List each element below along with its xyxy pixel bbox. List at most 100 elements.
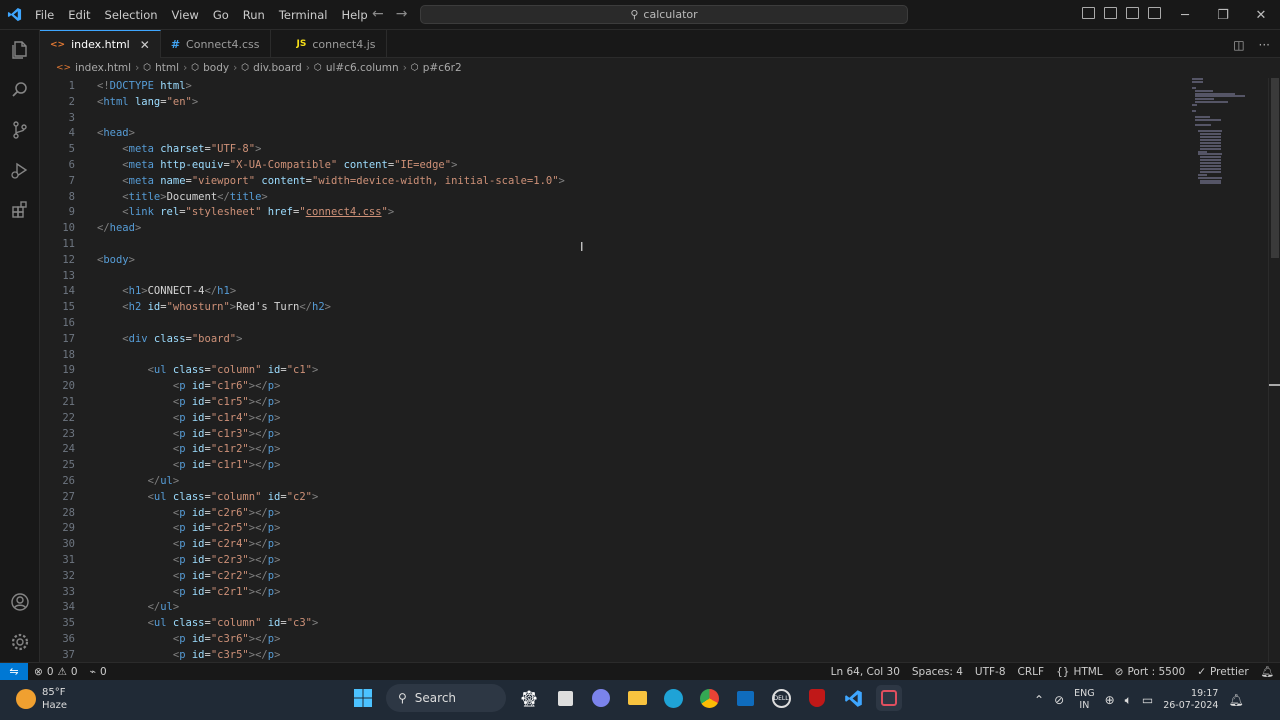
- forward-arrow-icon[interactable]: →: [396, 6, 408, 22]
- code-line[interactable]: 4 <head>: [40, 125, 1190, 141]
- split-editor-icon[interactable]: ◫: [1233, 38, 1244, 52]
- snipping-tool-icon[interactable]: [876, 685, 902, 711]
- scrollbar-thumb[interactable]: [1271, 78, 1279, 258]
- windows-start-icon[interactable]: [350, 685, 376, 711]
- code-line[interactable]: 12 <body>: [40, 252, 1190, 268]
- more-actions-icon[interactable]: ···: [1259, 38, 1270, 52]
- code-line[interactable]: 22 <p id="c1r4"></p>: [40, 410, 1190, 426]
- code-line[interactable]: 15 <h2 id="whosturn">Red's Turn</h2>: [40, 299, 1190, 315]
- customize-layout-icon[interactable]: [1148, 7, 1161, 19]
- code-line[interactable]: 14 <h1>CONNECT-4</h1>: [40, 283, 1190, 299]
- editor-scrollbar[interactable]: [1268, 78, 1280, 662]
- menu-selection[interactable]: Selection: [98, 8, 165, 22]
- extensions-icon[interactable]: [0, 190, 40, 230]
- volume-icon[interactable]: 🔈︎: [1125, 693, 1132, 708]
- code-line[interactable]: 31 <p id="c2r3"></p>: [40, 552, 1190, 568]
- code-line[interactable]: 7 <meta name="viewport" content="width=d…: [40, 173, 1190, 189]
- clock[interactable]: 19:17 26-07-2024: [1163, 688, 1218, 712]
- indentation[interactable]: Spaces: 4: [906, 666, 969, 678]
- menu-edit[interactable]: Edit: [61, 8, 97, 22]
- notifications-bell-icon[interactable]: 🔔︎: [1255, 665, 1280, 678]
- edge-browser-icon[interactable]: [660, 685, 686, 711]
- code-line[interactable]: 5 <meta charset="UTF-8">: [40, 141, 1190, 157]
- code-line[interactable]: 9 <link rel="stylesheet" href="connect4.…: [40, 204, 1190, 220]
- search-highlight-icon[interactable]: 🎡︎: [516, 685, 542, 711]
- code-line[interactable]: 21 <p id="c1r5"></p>: [40, 394, 1190, 410]
- remote-indicator-icon[interactable]: ⇋: [0, 662, 28, 681]
- weather-widget[interactable]: 85°F Haze: [16, 686, 67, 712]
- ports-indicator[interactable]: ⌁ 0: [84, 666, 113, 678]
- code-line[interactable]: 13: [40, 268, 1190, 284]
- minimize-icon[interactable]: ─: [1166, 0, 1204, 30]
- battery-icon[interactable]: ▭: [1142, 693, 1153, 707]
- tab-connect4-css[interactable]: # Connect4.css: [161, 30, 271, 58]
- code-line[interactable]: 1 <!DOCTYPE html>: [40, 78, 1190, 94]
- code-line[interactable]: 6 <meta http-equiv="X-UA-Compatible" con…: [40, 157, 1190, 173]
- code-editor[interactable]: 1 <!DOCTYPE html> 2 <html lang="en"> 3 4 <head…: [40, 78, 1280, 662]
- encoding[interactable]: UTF-8: [969, 666, 1012, 678]
- code-line[interactable]: 36 <p id="c3r6"></p>: [40, 631, 1190, 647]
- code-line[interactable]: 16: [40, 315, 1190, 331]
- minimap[interactable]: [1192, 78, 1252, 188]
- command-center-search[interactable]: ⚲ calculator: [420, 5, 908, 24]
- line-ending[interactable]: CRLF: [1012, 666, 1051, 678]
- code-line[interactable]: 30 <p id="c2r4"></p>: [40, 536, 1190, 552]
- source-control-icon[interactable]: [0, 110, 40, 150]
- chevron-up-icon[interactable]: ⌃: [1034, 693, 1044, 707]
- network-status-icon[interactable]: ⊘: [1054, 693, 1064, 707]
- code-line[interactable]: 23 <p id="c1r3"></p>: [40, 426, 1190, 442]
- mcafee-icon[interactable]: [804, 685, 830, 711]
- code-line[interactable]: 24 <p id="c1r2"></p>: [40, 441, 1190, 457]
- breadcrumb-item[interactable]: body: [203, 62, 229, 74]
- live-server-port[interactable]: ⊘ Port : 5500: [1109, 666, 1192, 678]
- toggle-primary-sidebar-icon[interactable]: [1082, 7, 1095, 19]
- toggle-secondary-sidebar-icon[interactable]: [1126, 7, 1139, 19]
- code-line[interactable]: 11: [40, 236, 1190, 252]
- code-line[interactable]: 3: [40, 110, 1190, 126]
- code-line[interactable]: 33 <p id="c2r1"></p>: [40, 584, 1190, 600]
- code-line[interactable]: 10 </head>: [40, 220, 1190, 236]
- menu-view[interactable]: View: [165, 8, 206, 22]
- breadcrumb-item[interactable]: html: [155, 62, 179, 74]
- cursor-position[interactable]: Ln 64, Col 30: [825, 666, 906, 678]
- problems-indicator[interactable]: ⊗ 0 ⚠ 0: [28, 666, 84, 678]
- back-arrow-icon[interactable]: ←: [372, 6, 384, 22]
- code-line[interactable]: 34 </ul>: [40, 599, 1190, 615]
- code-line[interactable]: 29 <p id="c2r5"></p>: [40, 520, 1190, 536]
- code-line[interactable]: 18: [40, 347, 1190, 363]
- run-debug-icon[interactable]: [0, 150, 40, 190]
- code-line[interactable]: 27 <ul class="column" id="c2">: [40, 489, 1190, 505]
- code-line[interactable]: 2 <html lang="en">: [40, 94, 1190, 110]
- menu-go[interactable]: Go: [206, 8, 236, 22]
- dell-icon[interactable]: DELL: [768, 685, 794, 711]
- code-line[interactable]: 28 <p id="c2r6"></p>: [40, 505, 1190, 521]
- explorer-icon[interactable]: [0, 30, 40, 70]
- manage-gear-icon[interactable]: [0, 622, 40, 662]
- accounts-icon[interactable]: [0, 582, 40, 622]
- chrome-browser-icon[interactable]: [696, 685, 722, 711]
- code-line[interactable]: 25 <p id="c1r1"></p>: [40, 457, 1190, 473]
- code-line[interactable]: 37 <p id="c3r5"></p>: [40, 647, 1190, 662]
- breadcrumb-item[interactable]: div.board: [253, 62, 302, 74]
- menu-help[interactable]: Help: [334, 8, 374, 22]
- search-sidebar-icon[interactable]: [0, 70, 40, 110]
- menu-terminal[interactable]: Terminal: [272, 8, 335, 22]
- file-explorer-icon[interactable]: [624, 685, 650, 711]
- task-view-icon[interactable]: [552, 685, 578, 711]
- prettier-status[interactable]: ✓ Prettier: [1191, 666, 1254, 678]
- store-icon[interactable]: [732, 685, 758, 711]
- taskbar-search[interactable]: ⚲ Search: [386, 684, 506, 712]
- language-mode[interactable]: {} HTML: [1050, 666, 1109, 678]
- menu-run[interactable]: Run: [236, 8, 272, 22]
- tab-connect4-js[interactable]: JS connect4.js: [271, 30, 387, 58]
- breadcrumb-item[interactable]: index.html: [75, 62, 131, 74]
- vscode-taskbar-icon[interactable]: [840, 685, 866, 711]
- restore-icon[interactable]: ❐: [1204, 0, 1242, 30]
- tab-index-html[interactable]: <> index.html ✕: [40, 30, 161, 58]
- code-line[interactable]: 17 <div class="board">: [40, 331, 1190, 347]
- close-window-icon[interactable]: ✕: [1242, 0, 1280, 30]
- globe-icon[interactable]: ⊕: [1105, 693, 1115, 707]
- input-language[interactable]: ENG IN: [1074, 688, 1094, 712]
- close-tab-icon[interactable]: ✕: [140, 38, 150, 52]
- code-line[interactable]: 35 <ul class="column" id="c3">: [40, 615, 1190, 631]
